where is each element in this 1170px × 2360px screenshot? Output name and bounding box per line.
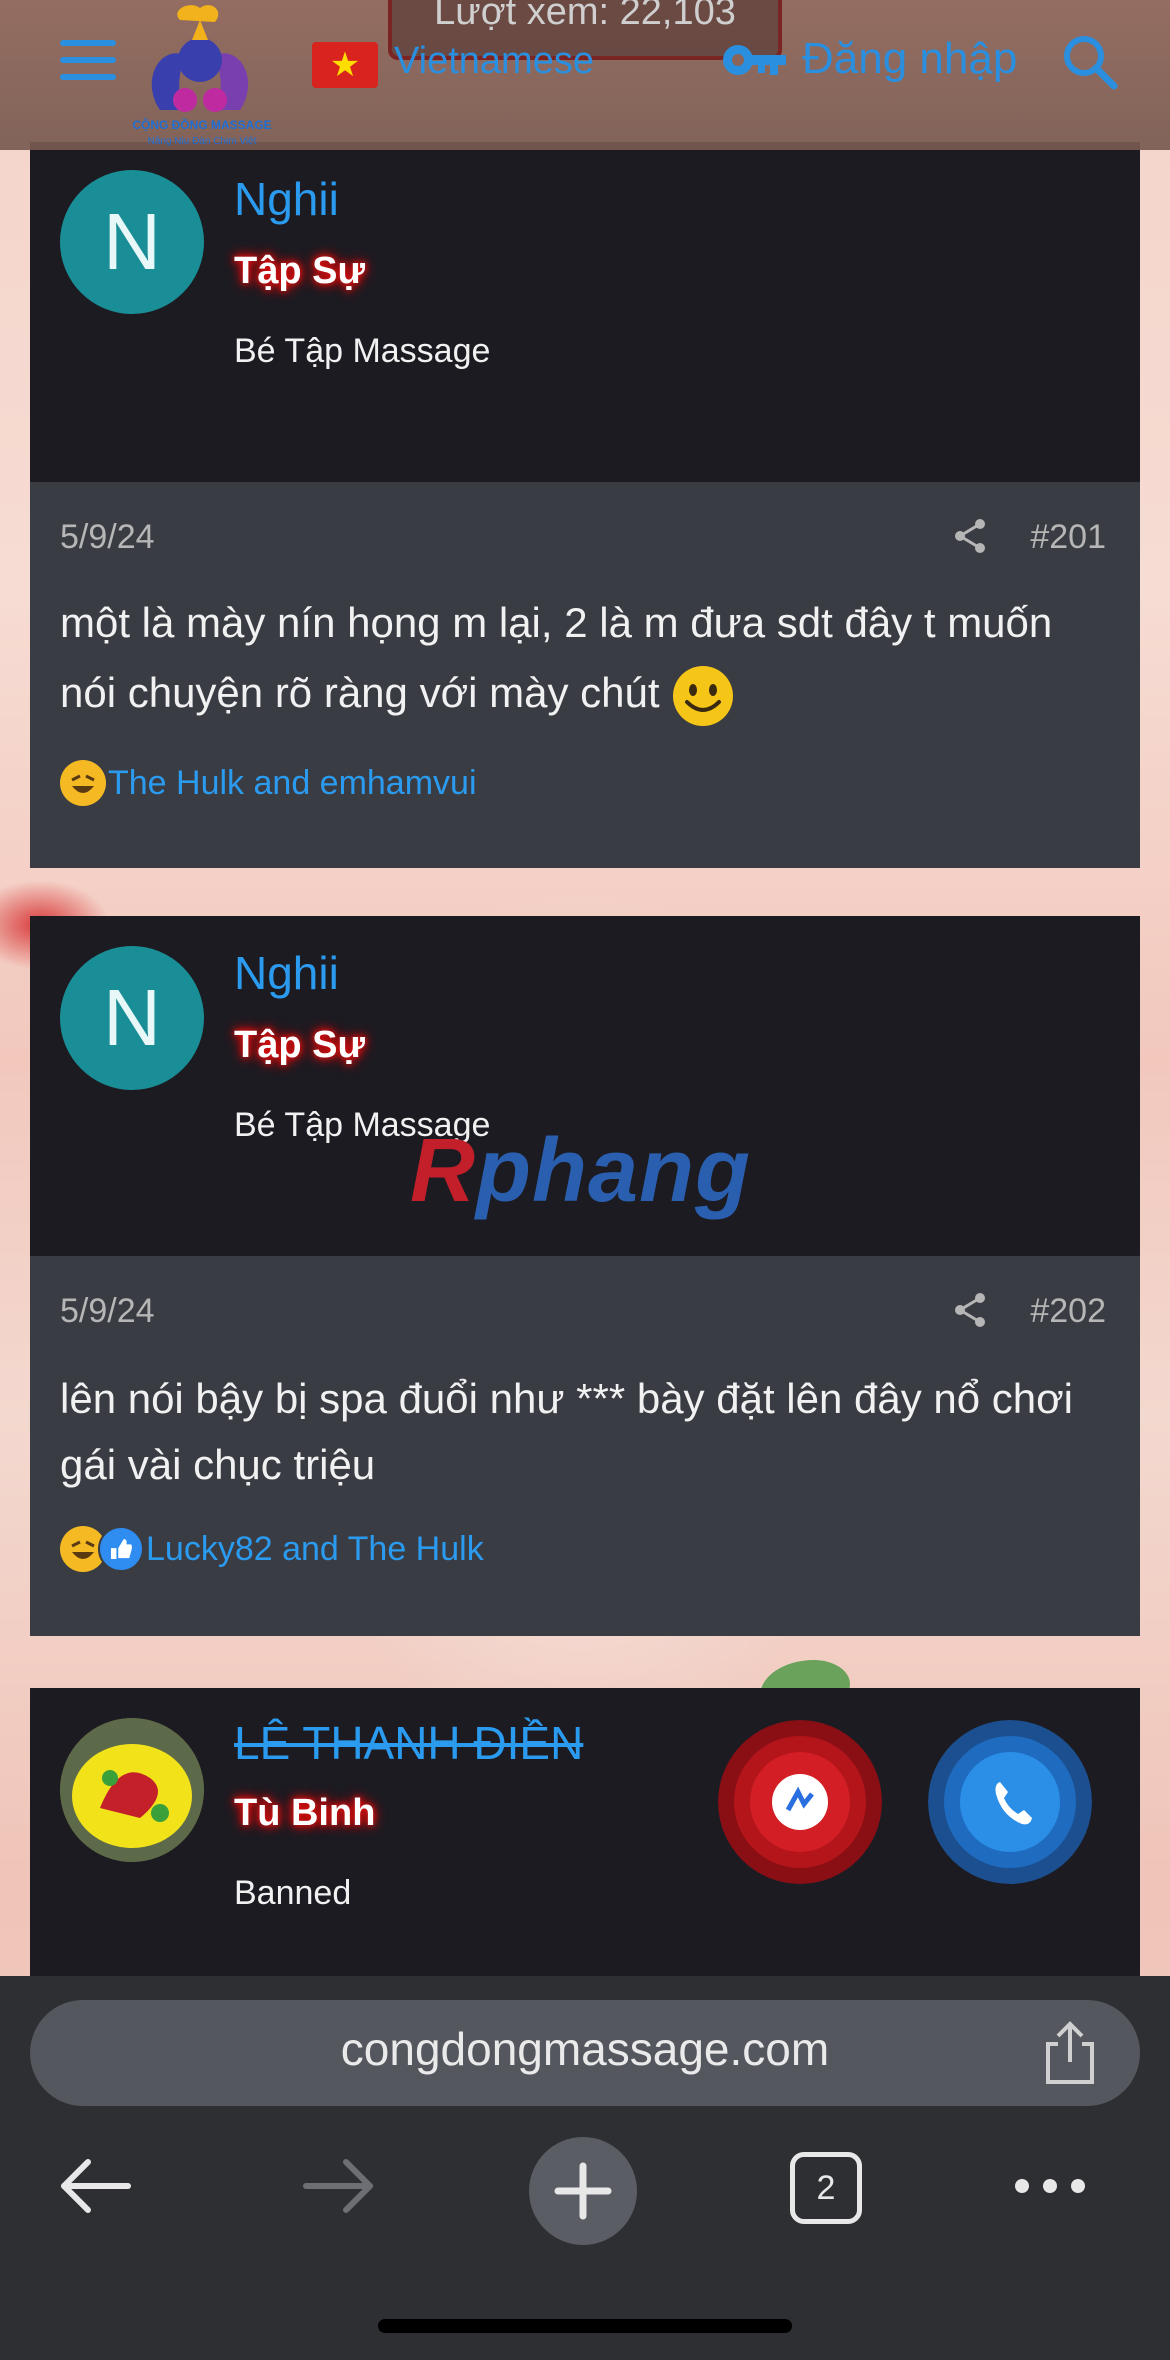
post-content: một là mày nín họng m lại, 2 là m đưa sd… [60, 588, 1110, 728]
home-indicator [378, 2319, 792, 2333]
back-icon[interactable] [54, 2146, 134, 2226]
watermark-logo: Rphang [410, 1121, 751, 1221]
post-card: N Nghii Tập Sự Bé Tập Massage 5/9/24 #20… [30, 142, 1140, 868]
browser-toolbar: congdongmassage.com 2 [0, 1976, 1170, 2360]
user-rank: Tập Sự [234, 1024, 365, 1066]
user-rank: Tập Sự [234, 250, 365, 292]
post-number[interactable]: #201 [1030, 518, 1106, 557]
tabs-button[interactable]: 2 [790, 2152, 862, 2224]
language-selector[interactable]: Vietnamese [394, 40, 594, 83]
messenger-icon[interactable] [718, 1720, 882, 1884]
phone-icon[interactable] [928, 1720, 1092, 1884]
reactions-bar[interactable]: The Hulk and emhamvui [60, 760, 477, 806]
forward-icon[interactable] [300, 2146, 380, 2226]
site-header: Lượt xem: 22,103 CỘNG ĐỒNG MASSAGE Nâng … [0, 0, 1170, 150]
username-link[interactable]: LÊ THANH ĐIỀN [234, 1716, 583, 1770]
avatar[interactable]: N [60, 946, 204, 1090]
post-body: 5/9/24 #201 một là mày nín họng m lại, 2… [30, 482, 1140, 868]
post-card: N Nghii Tập Sự Bé Tập Massage 5/9/24 #20… [30, 916, 1140, 1636]
post-author: N Nghii Tập Sự Bé Tập Massage [30, 142, 1140, 482]
more-options-icon[interactable] [1010, 2146, 1090, 2226]
laugh-reaction-icon [60, 760, 106, 806]
like-reaction-icon [98, 1526, 144, 1572]
vietnam-flag-icon[interactable]: ★ [312, 42, 378, 88]
share-icon[interactable] [1040, 2018, 1100, 2088]
post-text: một là mày nín họng m lại, 2 là m đưa sd… [60, 599, 1053, 716]
post-text: lên nói bậy bị spa đuổi như *** bày đặt … [60, 1375, 1074, 1488]
address-bar[interactable]: congdongmassage.com [30, 2000, 1140, 2106]
avatar[interactable]: N [60, 170, 204, 314]
logo-title: CỘNG ĐỒNG MASSAGE [132, 118, 272, 132]
reactions-users[interactable]: The Hulk and emhamvui [108, 764, 477, 803]
post-body: 5/9/24 #202 lên nói bậy bị spa đuổi như … [30, 1256, 1140, 1636]
avatar[interactable] [60, 1718, 204, 1862]
post-number[interactable]: #202 [1030, 1292, 1106, 1331]
user-title: Banned [234, 1874, 352, 1912]
reactions-users[interactable]: Lucky82 and The Hulk [146, 1530, 484, 1569]
smile-emoji-icon [673, 665, 734, 726]
login-link[interactable]: Đăng nhập [802, 34, 1017, 84]
username-link[interactable]: Nghii [234, 946, 339, 1000]
menu-icon[interactable] [60, 40, 116, 80]
post-date[interactable]: 5/9/24 [60, 518, 155, 557]
user-title: Bé Tập Massage [234, 332, 491, 370]
logo-subtitle: Nâng Niu Đàn Chim Việt [147, 136, 257, 147]
user-rank: Tù Binh [234, 1792, 376, 1834]
share-icon[interactable] [952, 1292, 988, 1328]
share-icon[interactable] [952, 518, 988, 554]
reactions-bar[interactable]: Lucky82 and The Hulk [60, 1526, 484, 1572]
search-icon[interactable] [1060, 32, 1120, 92]
post-date[interactable]: 5/9/24 [60, 1292, 155, 1331]
username-link[interactable]: Nghii [234, 172, 339, 226]
key-icon[interactable] [720, 40, 788, 80]
url-text[interactable]: congdongmassage.com [30, 2022, 1140, 2076]
new-tab-icon[interactable] [528, 2136, 638, 2246]
